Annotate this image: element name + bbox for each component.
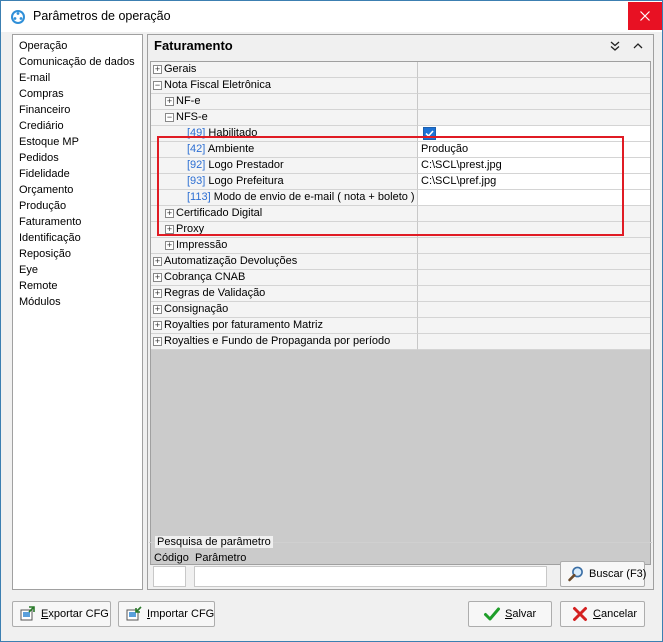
nav-item-reposicao[interactable]: Reposição [19,246,71,262]
tree-row-certificado[interactable]: + Certificado Digital [151,206,650,222]
nav-item-remote[interactable]: Remote [19,278,58,294]
param-label: Logo Prestador [208,159,284,171]
nav-item-crediario[interactable]: Crediário [19,118,64,134]
param-code: [93] [187,175,206,187]
cancelar-button[interactable]: Cancelar [560,601,645,627]
nav-item-financeiro[interactable]: Financeiro [19,102,70,118]
modo-envio-value[interactable] [418,190,650,206]
expand-icon[interactable]: + [165,97,174,106]
expand-icon[interactable]: + [153,337,162,346]
tree-row-royalties-fundo[interactable]: + Royalties e Fundo de Propaganda por per… [151,334,650,350]
collapse-icon[interactable]: − [153,81,162,90]
codigo-label: Código [154,552,189,564]
param-code: [49] [187,127,206,139]
param-row-92[interactable]: [92] Logo Prestador C:\SCL\prest.jpg [151,158,650,174]
check-icon [484,607,500,621]
nav-item-compras[interactable]: Compras [19,86,64,102]
nav-item-estoque-mp[interactable]: Estoque MP [19,134,79,150]
title-bar: Parâmetros de operação [1,1,662,32]
tree-row-automatizacao[interactable]: + Automatização Devoluções [151,254,650,270]
export-icon [20,606,35,621]
tree-row-cnab[interactable]: + Cobrança CNAB [151,270,650,286]
param-row-93[interactable]: [93] Logo Prefeitura C:\SCL\pref.jpg [151,174,650,190]
codigo-input[interactable] [153,566,186,587]
expand-icon[interactable]: + [165,225,174,234]
cancel-x-icon [573,607,587,621]
tree-row-nfe[interactable]: + NF-e [151,94,650,110]
search-legend: Pesquisa de parâmetro [155,536,273,548]
param-code: [92] [187,159,206,171]
import-icon [126,606,142,621]
param-code: [113] [187,191,211,203]
tree-row-nfe-group[interactable]: − Nota Fiscal Eletrônica [151,78,650,94]
expand-icon[interactable]: + [153,289,162,298]
nav-item-email[interactable]: E-mail [19,70,50,86]
nav-item-orcamento[interactable]: Orçamento [19,182,73,198]
nav-item-operacao[interactable]: Operação [19,38,67,54]
nav-item-producao[interactable]: Produção [19,198,66,214]
expand-icon[interactable]: + [165,209,174,218]
parametro-label: Parâmetro [195,552,247,564]
nav-item-eye[interactable]: Eye [19,262,38,278]
collapse-icon[interactable]: − [165,113,174,122]
nav-item-comunicacao[interactable]: Comunicação de dados [19,54,135,70]
parametro-input[interactable] [194,566,547,587]
expand-icon[interactable]: + [153,305,162,314]
param-label: Modo de envio de e-mail ( nota + boleto … [213,191,415,203]
tree-row-consignacao[interactable]: + Consignação [151,302,650,318]
chevron-up-icon[interactable] [631,39,645,53]
parameter-tree-grid: + Gerais − Nota Fiscal Eletrônica + NF-e − N… [150,61,651,565]
habilitado-checkbox[interactable] [423,127,436,140]
ambiente-value[interactable]: Produção [418,142,650,158]
buscar-button[interactable]: Buscar (F3) [560,561,646,587]
chevron-double-down-icon[interactable] [608,39,622,53]
category-list: Operação Comunicação de dados E-mail Com… [12,34,143,590]
salvar-button[interactable]: Salvar [468,601,552,627]
tree-row-royalties-matriz[interactable]: + Royalties por faturamento Matriz [151,318,650,334]
app-icon [11,10,25,24]
parametros-window: Parâmetros de operação Operação Comunica… [0,0,663,642]
nav-item-identificacao[interactable]: Identificação [19,230,81,246]
tree-row-proxy[interactable]: + Proxy [151,222,650,238]
tree-row-regras[interactable]: + Regras de Validação [151,286,650,302]
expand-icon[interactable]: + [153,65,162,74]
nav-item-pedidos[interactable]: Pedidos [19,150,59,166]
nav-item-modulos[interactable]: Módulos [19,294,61,310]
param-row-49[interactable]: [49] Habilitado [151,126,650,142]
close-button[interactable] [628,2,662,30]
logo-prefeitura-value[interactable]: C:\SCL\pref.jpg [418,174,650,190]
panel-header: Faturamento [148,35,653,57]
expand-icon[interactable]: + [165,241,174,250]
param-label: Ambiente [207,143,255,155]
expand-icon[interactable]: + [153,273,162,282]
search-icon [568,566,583,582]
close-icon [640,11,650,21]
tree-row-nfse[interactable]: − NFS-e [151,110,650,126]
param-row-113[interactable]: [113] Modo de envio de e-mail ( nota + b… [151,190,650,206]
param-label: Habilitado [208,127,258,139]
param-label: Logo Prefeitura [208,175,284,187]
param-row-42[interactable]: [42] Ambiente Produção [151,142,650,158]
settings-panel: Faturamento + Gerais − Nota Fiscal Eletrôn… [147,34,654,590]
exportar-cfg-button[interactable]: Exportar CFG [12,601,111,627]
param-code: [42] [187,143,206,155]
tree-row-gerais[interactable]: + Gerais [151,62,650,78]
nav-item-faturamento[interactable]: Faturamento [19,214,81,230]
grid-empty-area [151,350,650,564]
nav-item-fidelidade[interactable]: Fidelidade [19,166,70,182]
check-icon [425,130,434,138]
window-title: Parâmetros de operação [33,9,171,23]
panel-title: Faturamento [154,38,233,53]
expand-icon[interactable]: + [153,321,162,330]
tree-row-impressao[interactable]: + Impressão [151,238,650,254]
logo-prestador-value[interactable]: C:\SCL\prest.jpg [418,158,650,174]
expand-icon[interactable]: + [153,257,162,266]
importar-cfg-button[interactable]: Importar CFG [118,601,215,627]
